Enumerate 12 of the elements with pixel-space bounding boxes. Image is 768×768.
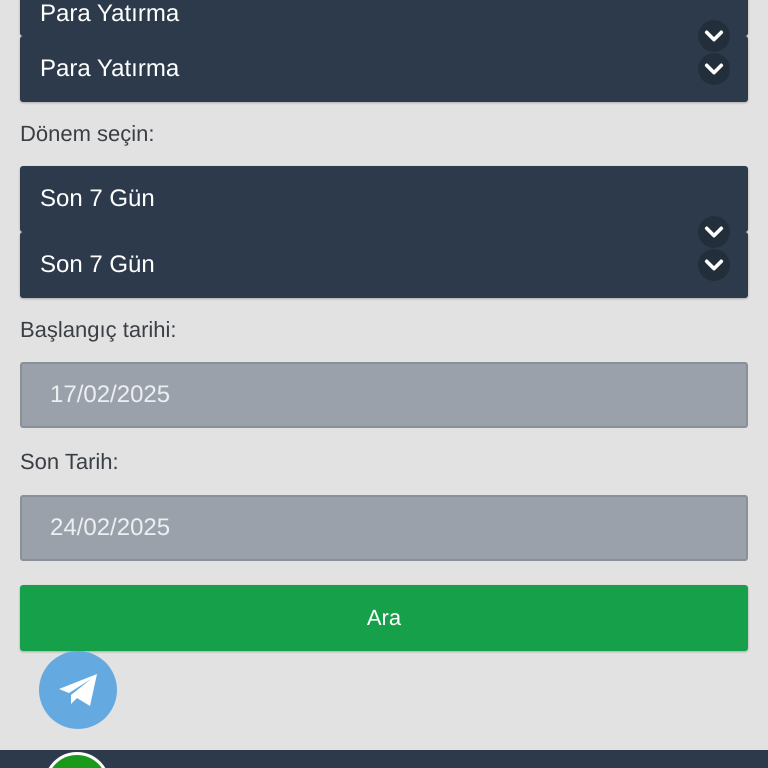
transaction-type-select[interactable]: Para Yatırma [20, 0, 748, 36]
chevron-down-icon[interactable] [698, 53, 730, 85]
chevron-down-icon[interactable] [698, 249, 730, 281]
transaction-type-select[interactable]: Para Yatırma [20, 36, 748, 102]
period-select[interactable]: Son 7 Gün [20, 166, 748, 232]
chevron-down-icon[interactable] [698, 216, 730, 248]
field-label: Başlangıç tarihi: [20, 316, 178, 344]
field-label: Son Tarih: [20, 448, 120, 476]
chevron-down-icon[interactable] [698, 20, 730, 52]
field-label: Dönem seçin: [20, 120, 156, 148]
paper-plane-icon [57, 672, 99, 708]
period-select[interactable]: Son 7 Gün [20, 232, 748, 298]
